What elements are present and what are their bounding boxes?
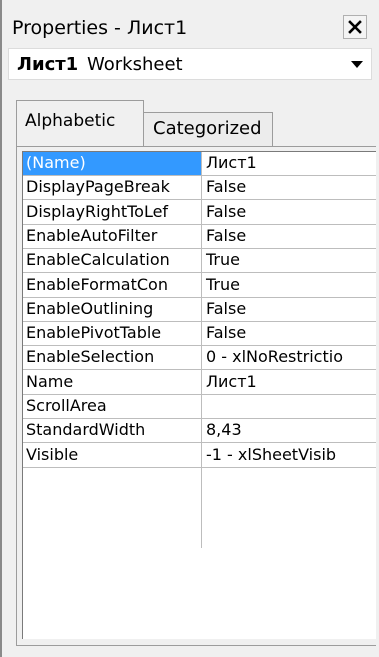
- property-name[interactable]: EnableCalculation: [23, 249, 202, 274]
- property-name[interactable]: Visible: [23, 443, 202, 468]
- properties-window: Properties - Лист1 Лист1 Worksheet Categ…: [0, 0, 379, 657]
- close-x-icon: [348, 20, 362, 34]
- tab-categorized[interactable]: Categorized: [143, 112, 273, 148]
- property-name[interactable]: DisplayRightToLef: [23, 200, 202, 225]
- property-value[interactable]: True: [202, 249, 376, 274]
- property-name[interactable]: ScrollArea: [23, 395, 202, 419]
- tab-alphabetic-label: Alphabetic: [25, 111, 116, 131]
- property-row[interactable]: DisplayPageBreak False: [23, 176, 376, 201]
- property-row[interactable]: (Name) Лист1: [23, 152, 376, 176]
- property-row[interactable]: EnableSelection 0 - xlNoRestrictio: [23, 346, 376, 371]
- object-type: Worksheet: [87, 54, 183, 75]
- property-value[interactable]: True: [202, 273, 376, 298]
- property-name[interactable]: StandardWidth: [23, 419, 202, 444]
- property-row[interactable]: Visible -1 - xlSheetVisib: [23, 443, 376, 468]
- property-name[interactable]: EnableSelection: [23, 346, 202, 371]
- property-row[interactable]: EnableFormatCon True: [23, 273, 376, 298]
- property-row[interactable]: StandardWidth 8,43: [23, 419, 376, 444]
- property-value[interactable]: 0 - xlNoRestrictio: [202, 346, 376, 371]
- property-name[interactable]: EnablePivotTable: [23, 322, 202, 347]
- property-row[interactable]: ScrollArea: [23, 395, 376, 419]
- property-name[interactable]: (Name): [23, 152, 202, 176]
- property-name[interactable]: EnableOutlining: [23, 297, 202, 322]
- property-row[interactable]: DisplayRightToLef False: [23, 200, 376, 225]
- object-name: Лист1: [17, 54, 79, 75]
- property-value[interactable]: False: [202, 224, 376, 249]
- property-row[interactable]: EnableCalculation True: [23, 249, 376, 274]
- property-value[interactable]: Лист1: [202, 370, 376, 395]
- property-name[interactable]: DisplayPageBreak: [23, 176, 202, 201]
- property-grid[interactable]: (Name) Лист1 DisplayPageBreak False DisplayR…: [22, 151, 376, 639]
- property-value[interactable]: False: [202, 176, 376, 201]
- property-value[interactable]: -1 - xlSheetVisib: [202, 443, 376, 468]
- property-value[interactable]: Лист1: [202, 152, 376, 176]
- property-value[interactable]: False: [202, 200, 376, 225]
- title-bar[interactable]: Properties - Лист1: [12, 12, 367, 44]
- property-value[interactable]: [202, 395, 376, 419]
- close-button[interactable]: [343, 15, 367, 39]
- property-row[interactable]: EnableAutoFilter False: [23, 224, 376, 249]
- property-row[interactable]: EnablePivotTable False: [23, 322, 376, 347]
- property-row[interactable]: Name Лист1: [23, 370, 376, 395]
- property-name[interactable]: EnableFormatCon: [23, 273, 202, 298]
- property-name[interactable]: Name: [23, 370, 202, 395]
- property-value[interactable]: False: [202, 297, 376, 322]
- property-row[interactable]: EnableOutlining False: [23, 297, 376, 322]
- tab-alphabetic[interactable]: Alphabetic: [16, 100, 144, 146]
- property-value[interactable]: 8,43: [202, 419, 376, 444]
- object-selector-dropdown[interactable]: Лист1 Worksheet: [8, 48, 372, 80]
- tab-categorized-label: Categorized: [153, 118, 262, 139]
- dropdown-arrow-icon: [351, 61, 363, 68]
- property-value[interactable]: False: [202, 322, 376, 347]
- property-name[interactable]: EnableAutoFilter: [23, 224, 202, 249]
- window-title: Properties - Лист1: [12, 17, 188, 39]
